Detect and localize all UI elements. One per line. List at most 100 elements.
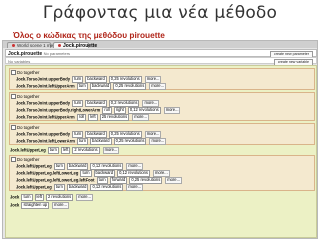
amount-chip[interactable]: 0,25 revolutions: [129, 177, 163, 184]
amount-chip[interactable]: 0,25 revolutions: [108, 131, 142, 138]
code-line[interactable]: Jock.TorsoJoint.leftLowerArm turn backwar…: [16, 138, 167, 145]
direction-chip[interactable]: left: [60, 147, 71, 154]
object-name: Jock: [10, 202, 20, 208]
verb-chip[interactable]: turn: [21, 194, 33, 201]
verb-chip[interactable]: turn: [72, 100, 84, 107]
amount-chip[interactable]: 25 revolutions: [99, 114, 130, 121]
direction-chip[interactable]: backward: [85, 100, 107, 107]
more-button[interactable]: more...: [149, 138, 167, 145]
direction-chip[interactable]: backward: [85, 131, 107, 138]
more-button[interactable]: more...: [144, 76, 162, 83]
object-name: Jock.TorsoJoint.leftLowerArm: [16, 138, 75, 144]
code-line[interactable]: Jock.leftUpperLeg turn backward 0,12 revol…: [16, 184, 144, 191]
code-line[interactable]: Jock.TorsoJoint.leftUpperArm turn backwar…: [16, 83, 166, 90]
checkbox-icon[interactable]: [11, 94, 16, 100]
checkbox-icon[interactable]: [11, 125, 16, 131]
block-label: Do together: [17, 70, 40, 75]
object-name: Jock.TorsoJoint.leftUpperArm: [16, 114, 75, 120]
object-name: Jock.TorsoJoint.upperBody: [16, 131, 71, 137]
code-line[interactable]: Jock straighten up more...: [10, 202, 69, 209]
amount-chip[interactable]: 0,12 revolutions: [117, 170, 150, 177]
tab-close-icon[interactable]: [58, 44, 61, 48]
more-button[interactable]: more...: [149, 83, 166, 90]
verb-chip[interactable]: turn: [80, 170, 92, 177]
more-button[interactable]: more...: [126, 184, 144, 191]
tab-world-scene-method[interactable]: World scene 1 method: [7, 42, 62, 48]
code-line[interactable]: Jock.TorsoJoint.upperBody turn backward 0,…: [16, 131, 162, 138]
checkbox-icon[interactable]: [11, 157, 16, 163]
verb-chip[interactable]: turn: [76, 83, 88, 90]
more-button[interactable]: more...: [163, 107, 181, 114]
block-header: Do together: [11, 94, 40, 100]
more-button[interactable]: more...: [126, 163, 144, 170]
code-line[interactable]: Jock.TorsoJoint.upperBody turn backward 0,…: [16, 100, 160, 107]
object-name: Jock.leftUpperLeg: [16, 184, 52, 190]
more-button[interactable]: more...: [165, 177, 182, 184]
direction-chip[interactable]: backward: [90, 138, 112, 145]
direction-chip[interactable]: backward: [89, 83, 112, 90]
verb-chip[interactable]: roll: [102, 107, 112, 114]
object-name: Jock.leftUpperLeg: [10, 147, 46, 153]
direction-chip[interactable]: left: [34, 194, 45, 201]
method-header: Jock.pirouette No parameters create new …: [5, 49, 317, 58]
block-label: Do together: [17, 94, 40, 99]
amount-chip[interactable]: 2 revolutions: [72, 147, 100, 154]
tab-close-icon[interactable]: [12, 44, 15, 48]
verb-chip[interactable]: turn: [47, 147, 59, 154]
tab-jock-pirouette[interactable]: Jock.pirouette: [53, 42, 97, 49]
code-line[interactable]: Jock.leftUpperLeg.leftLowerLeg.leftFoot …: [16, 177, 182, 184]
amount-chip[interactable]: 0,25 revolutions: [113, 138, 147, 145]
more-button[interactable]: more...: [76, 194, 93, 201]
verb-chip[interactable]: straighten up: [21, 202, 50, 209]
amount-chip[interactable]: 0,12 revolutions: [127, 107, 161, 114]
code-line[interactable]: Jock.TorsoJoint.leftUpperArm roll left 25 …: [16, 114, 149, 121]
more-button[interactable]: more...: [102, 147, 120, 154]
object-name: Jock.TorsoJoint.upperBody: [16, 100, 71, 106]
do-together-block[interactable]: Do together Jock.TorsoJoint.upperBody tu…: [9, 68, 315, 90]
direction-chip[interactable]: left: [88, 114, 98, 121]
verb-chip[interactable]: turn: [53, 184, 65, 191]
more-button[interactable]: more...: [142, 100, 160, 107]
direction-chip[interactable]: backward: [93, 170, 116, 177]
do-together-block[interactable]: Do together Jock.TorsoJoint.upperBody tu…: [9, 92, 315, 121]
code-line[interactable]: Jock.leftUpperLeg.leftLowerLeg turn backw…: [16, 170, 170, 177]
amount-chip[interactable]: 0,25 revolutions: [113, 83, 147, 90]
amount-chip[interactable]: 0,12 revolutions: [90, 163, 124, 170]
amount-chip[interactable]: 0,12 revolutions: [90, 184, 124, 191]
variables-note: No variables: [8, 59, 31, 64]
amount-chip[interactable]: 0,2 revolutions: [108, 100, 140, 107]
code-line[interactable]: Jock.leftUpperLeg turn backward 0,12 revol…: [16, 163, 144, 170]
object-name: Jock.leftUpperLeg: [16, 163, 52, 169]
do-together-block[interactable]: Do together Jock.leftUpperLeg turn backwa…: [9, 155, 315, 191]
checkbox-icon[interactable]: [11, 70, 16, 76]
object-name: Jock.leftUpperLeg.leftLowerLeg: [16, 170, 79, 176]
verb-chip[interactable]: turn: [72, 76, 84, 83]
slide-subtitle: Όλος ο κώδικας της μεθόδου pirouette: [13, 30, 165, 40]
verb-chip[interactable]: turn: [53, 163, 65, 170]
direction-chip[interactable]: backward: [85, 76, 107, 83]
code-line[interactable]: Jock.TorsoJoint.upperBody turn backward 0,…: [16, 76, 162, 83]
do-together-block[interactable]: Do together Jock.TorsoJoint.upperBody tu…: [9, 123, 315, 145]
editor-tab-bar: World scene 1 method Jock.pirouette: [3, 41, 317, 49]
verb-chip[interactable]: turn: [76, 138, 89, 145]
object-name: Jock.leftUpperLeg.leftLowerLeg.leftFoot: [16, 177, 95, 183]
code-line[interactable]: Jock.leftUpperLeg turn left 2 revolutions m…: [10, 147, 120, 154]
code-line[interactable]: Jock.TorsoJoint.upperBody.rightLowerArm …: [16, 107, 181, 114]
amount-chip[interactable]: 2 revolutions: [46, 194, 74, 201]
verb-chip[interactable]: turn: [72, 131, 84, 138]
verb-chip[interactable]: turn: [96, 177, 108, 184]
more-button[interactable]: more...: [52, 202, 69, 209]
direction-chip[interactable]: backward: [66, 163, 89, 170]
direction-chip[interactable]: right: [113, 107, 126, 114]
object-name: Jock.TorsoJoint.leftUpperArm: [16, 83, 75, 89]
code-line[interactable]: Jock turn left 2 revolutions more...: [10, 194, 93, 201]
object-name: Jock.TorsoJoint.upperBody.rightLowerArm: [16, 107, 101, 113]
verb-chip[interactable]: roll: [76, 114, 87, 121]
more-button[interactable]: more...: [132, 114, 149, 121]
more-button[interactable]: more...: [144, 131, 162, 138]
amount-chip[interactable]: 0,25 revolutions: [108, 76, 142, 83]
slide-title: Γράφοντας μια νέα μέθοδο: [42, 3, 278, 23]
direction-chip[interactable]: forward: [109, 177, 128, 184]
direction-chip[interactable]: backward: [66, 184, 89, 191]
more-button[interactable]: more...: [152, 170, 170, 177]
